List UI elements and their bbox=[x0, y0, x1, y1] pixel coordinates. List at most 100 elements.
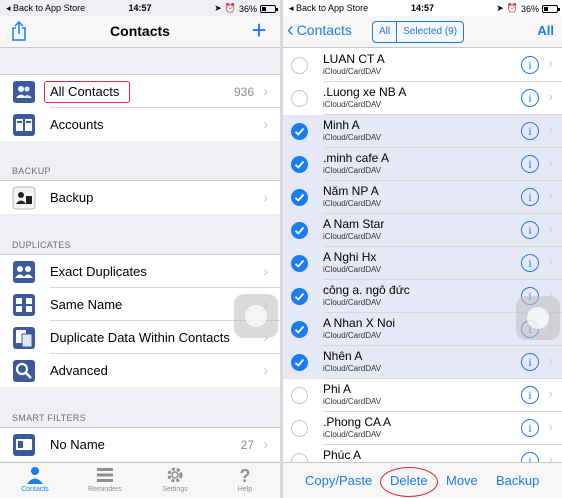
checkmark-selected-icon[interactable] bbox=[291, 288, 308, 305]
info-icon[interactable]: i bbox=[521, 221, 539, 239]
contact-name: .Phong CA A bbox=[323, 415, 392, 429]
backup-label: Backup bbox=[50, 190, 94, 205]
checkmark-selected-icon[interactable] bbox=[291, 123, 308, 140]
same-name-icon bbox=[13, 294, 35, 316]
add-button[interactable]: + bbox=[248, 15, 270, 45]
chevron-right-icon: › bbox=[263, 116, 268, 132]
tab-reminders[interactable]: Reminders bbox=[70, 463, 140, 498]
assistive-touch-button[interactable] bbox=[516, 296, 560, 340]
info-icon[interactable]: i bbox=[521, 353, 539, 371]
duplicate-data-label: Duplicate Data Within Contacts bbox=[50, 330, 230, 345]
list-icon bbox=[97, 468, 113, 482]
chevron-right-icon: › bbox=[263, 362, 268, 378]
contact-name: A Nghi Hx bbox=[323, 250, 377, 264]
info-icon[interactable]: i bbox=[521, 419, 539, 437]
contact-name: Nhên A bbox=[323, 349, 363, 363]
checkmark-selected-icon[interactable] bbox=[291, 321, 308, 338]
battery-percent: 36% bbox=[520, 3, 539, 14]
accounts-label: Accounts bbox=[50, 117, 104, 132]
copy-paste-button[interactable]: Copy/Paste bbox=[305, 473, 372, 488]
info-icon[interactable]: i bbox=[521, 155, 539, 173]
status-back-to-app-store[interactable]: ◂ Back to App Store bbox=[289, 3, 368, 14]
back-button-label: Contacts bbox=[296, 22, 352, 38]
question-icon: ? bbox=[240, 466, 251, 485]
contact-row[interactable]: .minh cafe AiCloud/CardDAV i › bbox=[283, 148, 562, 181]
all-contacts-row[interactable]: All Contacts 936 › bbox=[0, 75, 280, 108]
chevron-right-icon: › bbox=[548, 419, 553, 434]
contact-row[interactable]: A Nghi Hx iCloud/CardDAV i › bbox=[283, 247, 562, 280]
segment-all[interactable]: All bbox=[373, 22, 396, 42]
checkmark-empty-icon[interactable] bbox=[291, 90, 308, 107]
select-all-button[interactable]: All bbox=[537, 23, 554, 38]
chevron-left-icon: ‹ bbox=[287, 19, 294, 41]
contact-source: iCloud/CardDAV bbox=[323, 100, 382, 109]
tab-contacts-label: Contacts bbox=[21, 486, 49, 493]
chevron-right-icon: › bbox=[548, 353, 553, 368]
checkmark-selected-icon[interactable] bbox=[291, 156, 308, 173]
left-screen: ◂ Back to App Store 14:57 ➤ ⏰ 36% Contac… bbox=[0, 0, 280, 498]
back-button[interactable]: ‹ Contacts bbox=[287, 19, 352, 41]
contact-row[interactable]: A Nam Star iCloud/CardDAV i › bbox=[283, 214, 562, 247]
info-icon[interactable]: i bbox=[521, 254, 539, 272]
exact-duplicates-row[interactable]: Exact Duplicates › bbox=[0, 255, 280, 288]
status-back-to-app-store[interactable]: ◂ Back to App Store bbox=[6, 3, 85, 14]
gear-icon bbox=[167, 467, 183, 483]
contact-row[interactable]: Năm NP AiCloud/CardDAV i › bbox=[283, 181, 562, 214]
status-back-label: Back to App Store bbox=[13, 3, 86, 13]
checkmark-selected-icon[interactable] bbox=[291, 255, 308, 272]
contact-source: iCloud/CardDAV bbox=[323, 397, 382, 406]
no-name-label: No Name bbox=[50, 437, 105, 452]
tab-contacts[interactable]: Contacts bbox=[0, 463, 70, 498]
contact-row[interactable]: .Phong CA AiCloud/CardDAV i › bbox=[283, 412, 562, 445]
contact-name: .Luong xe NB A bbox=[323, 85, 407, 99]
contact-row[interactable]: Phi AiCloud/CardDAV i › bbox=[283, 379, 562, 412]
share-button[interactable] bbox=[10, 20, 28, 42]
info-icon[interactable]: i bbox=[521, 56, 539, 74]
move-button[interactable]: Move bbox=[446, 473, 478, 488]
contact-source: iCloud/CardDAV bbox=[323, 67, 382, 76]
contact-source: iCloud/CardDAV bbox=[323, 265, 382, 274]
segment-selected[interactable]: Selected (9) bbox=[396, 22, 463, 42]
assistive-touch-button[interactable] bbox=[234, 294, 278, 338]
checkmark-empty-icon[interactable] bbox=[291, 387, 308, 404]
checkmark-selected-icon[interactable] bbox=[291, 189, 308, 206]
info-icon[interactable]: i bbox=[521, 122, 539, 140]
checkmark-empty-icon[interactable] bbox=[291, 57, 308, 74]
contact-row[interactable]: Nhên AiCloud/CardDAV i › bbox=[283, 346, 562, 379]
backup-button[interactable]: Backup bbox=[496, 473, 539, 488]
contact-source: iCloud/CardDAV bbox=[323, 430, 382, 439]
contact-name: Phúc A bbox=[323, 448, 362, 462]
accounts-row[interactable]: Accounts › bbox=[0, 108, 280, 141]
plus-icon: + bbox=[251, 15, 267, 45]
contact-source: iCloud/CardDAV bbox=[323, 199, 382, 208]
section-header-duplicates: DUPLICATES bbox=[12, 240, 71, 250]
contact-name: LUAN CT A bbox=[323, 52, 385, 66]
checkmark-empty-icon[interactable] bbox=[291, 420, 308, 437]
checkmark-selected-icon[interactable] bbox=[291, 354, 308, 371]
right-screen: ◂ Back to App Store 14:57 ➤ ⏰ 36% ‹ Cont… bbox=[283, 0, 562, 498]
exact-duplicates-icon bbox=[13, 261, 35, 283]
info-icon[interactable]: i bbox=[521, 89, 539, 107]
chevron-right-icon: › bbox=[548, 386, 553, 401]
chevron-right-icon: › bbox=[548, 122, 553, 137]
checkmark-selected-icon[interactable] bbox=[291, 222, 308, 239]
chevron-right-icon: › bbox=[548, 89, 553, 104]
location-icon: ➤ bbox=[496, 3, 504, 13]
tab-settings[interactable]: Settings bbox=[140, 463, 210, 498]
info-icon[interactable]: i bbox=[521, 386, 539, 404]
advanced-row[interactable]: Advanced › bbox=[0, 354, 280, 387]
alarm-icon: ⏰ bbox=[506, 3, 518, 13]
svg-text:?: ? bbox=[240, 466, 251, 485]
backup-row[interactable]: Backup › bbox=[0, 181, 280, 214]
advanced-label: Advanced bbox=[50, 363, 108, 378]
battery-percent: 36% bbox=[238, 3, 257, 14]
contact-row[interactable]: .Luong xe NB AiCloud/CardDAV i › bbox=[283, 82, 562, 115]
contact-row[interactable]: LUAN CT AiCloud/CardDAV i › bbox=[283, 49, 562, 82]
chevron-right-icon: › bbox=[263, 189, 268, 205]
section-header-smart-filters: SMART FILTERS bbox=[12, 413, 86, 423]
contact-row[interactable]: Minh AiCloud/CardDAV i › bbox=[283, 115, 562, 148]
tab-help[interactable]: ? Help bbox=[210, 463, 280, 498]
no-name-icon bbox=[13, 434, 35, 456]
info-icon[interactable]: i bbox=[521, 188, 539, 206]
no-name-row[interactable]: No Name 27 › bbox=[0, 428, 280, 461]
